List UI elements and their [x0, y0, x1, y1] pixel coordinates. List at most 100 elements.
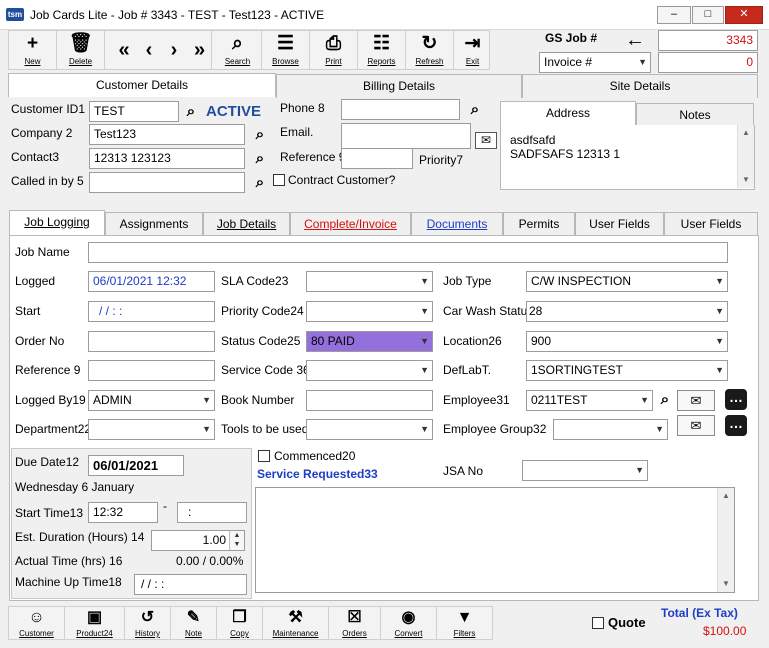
search-icon[interactable]: ⌕ [250, 149, 270, 169]
job-type-select[interactable]: C/W INSPECTION ▼ [526, 271, 728, 292]
address-scrollbar[interactable]: ▲ ▼ [737, 125, 754, 188]
new-button[interactable]: + New [9, 31, 57, 69]
stepper-arrows-icon[interactable]: ▲ ▼ [229, 531, 244, 550]
email-group-button[interactable]: ✉ [677, 415, 715, 436]
job-number-field[interactable]: 3343 [658, 30, 758, 51]
chevron-down-icon: ▼ [715, 306, 724, 316]
product-button[interactable]: ▣ Product24 [65, 607, 125, 639]
logged-by-select[interactable]: ADMIN ▼ [88, 390, 215, 411]
service-scrollbar[interactable]: ▲ ▼ [717, 488, 734, 592]
contract-customer-checkbox[interactable] [273, 174, 285, 186]
deflab-select[interactable]: 1SORTINGTEST ▼ [526, 360, 728, 381]
machine-up-time-label: Machine Up Time18 [15, 575, 122, 589]
start-time-field[interactable]: 12:32 [88, 502, 158, 523]
scroll-up-icon[interactable]: ▲ [738, 125, 754, 141]
machine-up-time-field[interactable]: / / : : [134, 574, 247, 595]
search-icon[interactable]: ⌕ [250, 173, 270, 193]
tab-documents[interactable]: Documents [411, 212, 503, 236]
search-icon[interactable]: ⌕ [465, 100, 485, 120]
phone-field[interactable] [341, 99, 460, 120]
tab-complete-invoice[interactable]: Complete/Invoice [290, 212, 411, 236]
tab-billing-details[interactable]: Billing Details [276, 74, 522, 98]
order-no-field[interactable] [88, 331, 215, 352]
arrow-left-icon[interactable]: ← [625, 29, 645, 52]
note-button[interactable]: ✎ Note [171, 607, 217, 639]
maintenance-button[interactable]: ⚒ Maintenance [263, 607, 329, 639]
copy-button[interactable]: ❐ Copy [217, 607, 263, 639]
department-select[interactable]: ▼ [88, 419, 215, 440]
service-code-select[interactable]: ▼ [306, 360, 433, 381]
reports-button[interactable]: ☷ Reports [358, 31, 406, 69]
tab-assignments[interactable]: Assignments [105, 212, 203, 236]
first-record-button[interactable]: « [112, 31, 136, 69]
start-field[interactable]: / / : : [88, 301, 215, 322]
tab-job-logging[interactable]: Job Logging [9, 210, 105, 236]
print-button[interactable]: ⎙ Print [310, 31, 358, 69]
history-icon: ↺ [140, 609, 155, 626]
orders-button[interactable]: ☒ Orders [329, 607, 381, 639]
search-button[interactable]: ⌕ Search [214, 31, 262, 69]
email-employee-button[interactable]: ✉ [677, 390, 715, 411]
tab-user-fields-2[interactable]: User Fields [664, 212, 758, 236]
chevron-down-icon: ▼ [420, 424, 429, 434]
customer-button[interactable]: ☺ Customer [9, 607, 65, 639]
end-time-field[interactable]: : [177, 502, 247, 523]
tab-permits[interactable]: Permits [503, 212, 575, 236]
delete-button[interactable]: 🗑 Delete [57, 31, 105, 69]
reference-field[interactable] [341, 148, 413, 169]
called-in-by-field[interactable] [89, 172, 245, 193]
address-box[interactable]: asdfsafd SADFSAFS 12313 1 ▲ ▼ [500, 125, 755, 190]
scroll-down-icon[interactable]: ▼ [718, 576, 734, 592]
job-name-field[interactable] [88, 242, 728, 263]
priority-code-select[interactable]: ▼ [306, 301, 433, 322]
filters-button[interactable]: ▼ Filters [437, 607, 492, 639]
book-number-field[interactable] [306, 390, 433, 411]
next-record-button[interactable]: › [162, 31, 186, 69]
location-select[interactable]: 900 ▼ [526, 331, 728, 352]
status-code-select[interactable]: 80 PAID ▼ [306, 331, 433, 352]
company-field[interactable]: Test123 [89, 124, 245, 145]
tab-user-fields-1[interactable]: User Fields [575, 212, 664, 236]
commenced-checkbox[interactable] [258, 450, 270, 462]
close-button[interactable]: ✕ [725, 6, 763, 24]
message-employee-button[interactable]: … [725, 389, 747, 410]
refresh-button[interactable]: ↻ Refresh [406, 31, 454, 69]
email-field[interactable] [341, 123, 471, 149]
customer-id-field[interactable]: TEST [89, 101, 179, 122]
search-icon[interactable]: ⌕ [181, 102, 201, 122]
browse-button[interactable]: ☰ Browse [262, 31, 310, 69]
number-type-select[interactable]: Invoice # ▼ [539, 52, 651, 73]
scroll-down-icon[interactable]: ▼ [738, 172, 754, 188]
funnel-icon: ▼ [456, 609, 473, 626]
due-date-field[interactable]: 06/01/2021 [88, 455, 184, 476]
history-button[interactable]: ↺ History [125, 607, 171, 639]
message-group-button[interactable]: … [725, 415, 747, 436]
logged-field[interactable]: 06/01/2021 12:32 [88, 271, 215, 292]
service-requested-textarea[interactable]: ▲ ▼ [255, 487, 735, 593]
tab-notes[interactable]: Notes [636, 103, 754, 127]
scroll-up-icon[interactable]: ▲ [718, 488, 734, 504]
car-wash-status-select[interactable]: 28 ▼ [526, 301, 728, 322]
contact-field[interactable]: 12313 123123 [89, 148, 245, 169]
tab-job-details[interactable]: Job Details [203, 212, 290, 236]
tab-site-details[interactable]: Site Details [522, 74, 758, 98]
employee-select[interactable]: 0211TEST ▼ [526, 390, 653, 411]
invoice-number-field[interactable]: 0 [658, 52, 758, 73]
mail-icon[interactable]: ✉ [475, 132, 497, 149]
search-icon[interactable]: ⌕ [655, 390, 675, 410]
sla-code-select[interactable]: ▼ [306, 271, 433, 292]
maximize-button[interactable]: □ [692, 6, 724, 24]
job-reference-field[interactable] [88, 360, 215, 381]
quote-checkbox[interactable] [592, 617, 604, 629]
last-record-button[interactable]: » [188, 31, 212, 69]
tools-select[interactable]: ▼ [306, 419, 433, 440]
convert-button[interactable]: ◉ Convert [381, 607, 437, 639]
tab-address[interactable]: Address [500, 101, 636, 125]
minimize-button[interactable]: ‒ [657, 6, 691, 24]
exit-button[interactable]: ⇥ Exit [454, 31, 491, 69]
jsa-no-select[interactable]: ▼ [522, 460, 648, 481]
prev-record-button[interactable]: ‹ [137, 31, 161, 69]
search-icon[interactable]: ⌕ [250, 125, 270, 145]
employee-group-select[interactable]: ▼ [553, 419, 668, 440]
tab-customer-details[interactable]: Customer Details [8, 73, 276, 97]
